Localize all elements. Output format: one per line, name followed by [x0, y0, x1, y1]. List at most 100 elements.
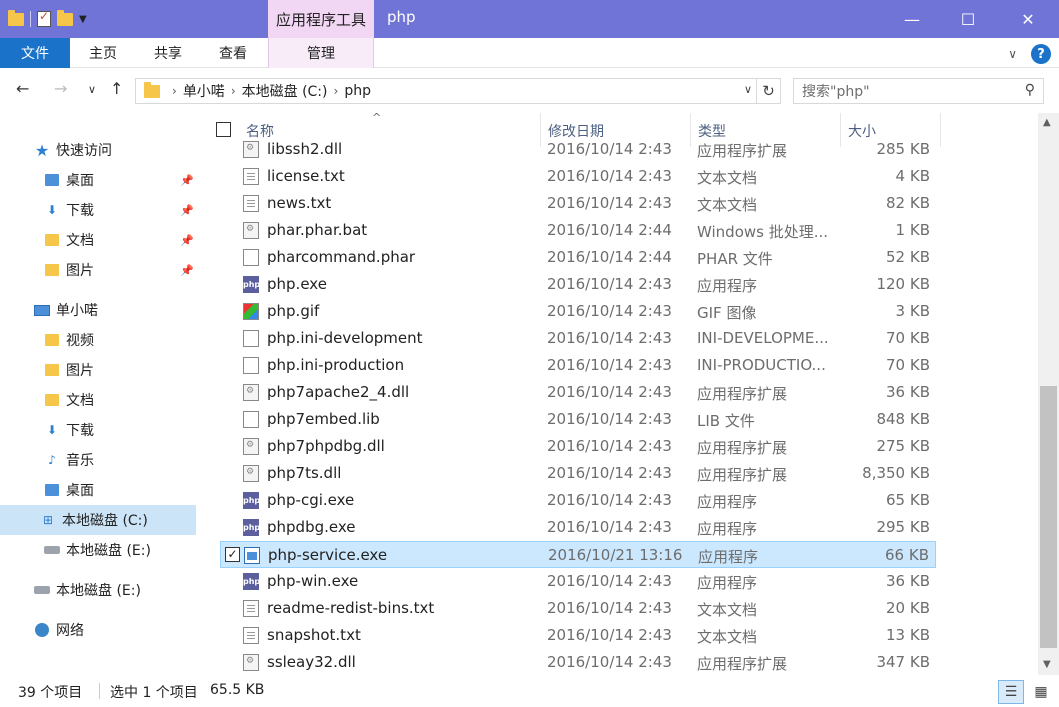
file-name[interactable]: php7embed.lib [267, 410, 380, 428]
file-row[interactable]: libssh2.dll 2016/10/14 2:43 应用程序扩展 285 KB [220, 136, 936, 163]
file-name[interactable]: libssh2.dll [267, 140, 342, 158]
tab-view[interactable]: 查看 [200, 38, 266, 68]
breadcrumb-drive-c[interactable]: 本地磁盘 (C:) [242, 81, 328, 101]
tab-home[interactable]: 主页 [70, 38, 136, 68]
large-icons-view-icon[interactable]: ▦ [1028, 680, 1054, 704]
minimize-button[interactable]: — [889, 0, 935, 38]
status-bar: 39 个项目 选中 1 个项目 65.5 KB ☰ ▦ [0, 677, 1059, 707]
file-name[interactable]: snapshot.txt [267, 626, 361, 644]
file-row[interactable]: php7phpdbg.dll 2016/10/14 2:43 应用程序扩展 275 K… [220, 433, 936, 460]
breadcrumb-chevron-icon[interactable]: › [231, 84, 236, 98]
column-divider[interactable] [940, 113, 941, 147]
file-name[interactable]: ssleay32.dll [267, 653, 356, 671]
file-row[interactable]: php7apache2_4.dll 2016/10/14 2:43 应用程序扩展 36… [220, 379, 936, 406]
breadcrumb-chevron-icon[interactable]: › [172, 84, 177, 98]
scrollbar-thumb[interactable] [1040, 386, 1057, 648]
breadcrumb-php[interactable]: php [344, 83, 371, 99]
row-checkbox[interactable]: ✓ [225, 547, 240, 562]
tab-manage[interactable]: 管理 [268, 38, 374, 68]
file-name[interactable]: php.gif [267, 302, 319, 320]
sidebar-item-pictures[interactable]: 图片 📌 [44, 255, 194, 285]
sidebar-item-music[interactable]: ♪ 音乐 [44, 445, 94, 475]
breadcrumb-chevron-icon[interactable]: › [334, 84, 339, 98]
pin-icon[interactable]: 📌 [180, 204, 194, 217]
select-all-checkbox[interactable] [216, 122, 231, 137]
file-row[interactable]: php7ts.dll 2016/10/14 2:43 应用程序扩展 8,350 KB [220, 460, 936, 487]
file-row[interactable]: php phpdbg.exe 2016/10/14 2:43 应用程序 295 KB [220, 514, 936, 541]
tab-file[interactable]: 文件 [0, 38, 70, 68]
pin-icon[interactable]: 📌 [180, 264, 194, 277]
file-row[interactable]: ✓ php-service.exe 2016/10/21 13:16 应用程序 66 K… [220, 541, 936, 568]
file-row[interactable]: php7embed.lib 2016/10/14 2:43 LIB 文件 848 KB [220, 406, 936, 433]
sidebar-item-videos[interactable]: 视频 [44, 325, 94, 355]
file-row[interactable]: php php-win.exe 2016/10/14 2:43 应用程序 36 KB [220, 568, 936, 595]
file-name[interactable]: php7phpdbg.dll [267, 437, 385, 455]
file-row[interactable]: pharcommand.phar 2016/10/14 2:44 PHAR 文件 52… [220, 244, 936, 271]
file-name[interactable]: pharcommand.phar [267, 248, 415, 266]
sidebar-item-quick-access[interactable]: ★ 快速访问 [34, 135, 112, 165]
sidebar-item-network[interactable]: 网络 [34, 615, 84, 645]
pin-icon[interactable]: 📌 [180, 234, 194, 247]
address-bar[interactable]: › 单小喏 › 本地磁盘 (C:) › php ∨ [135, 78, 757, 104]
file-name[interactable]: php.ini-production [267, 356, 404, 374]
tab-share[interactable]: 共享 [136, 38, 200, 68]
file-name[interactable]: phar.phar.bat [267, 221, 367, 239]
sidebar-item-drive-c[interactable]: ⊞ 本地磁盘 (C:) [0, 505, 196, 535]
search-icon[interactable]: ⚲ [1025, 82, 1035, 98]
sidebar-item-pictures[interactable]: 图片 [44, 355, 94, 385]
sidebar-item-downloads[interactable]: ⬇ 下载 📌 [44, 195, 194, 225]
sidebar-item-drive-e[interactable]: 本地磁盘 (E:) [44, 535, 151, 565]
file-row[interactable]: news.txt 2016/10/14 2:43 文本文档 82 KB [220, 190, 936, 217]
breadcrumb-pc[interactable]: 单小喏 [183, 81, 225, 101]
properties-icon[interactable] [37, 9, 51, 27]
file-name[interactable]: readme-redist-bins.txt [267, 599, 434, 617]
back-arrow-icon[interactable]: ← [16, 79, 29, 98]
file-row[interactable]: snapshot.txt 2016/10/14 2:43 文本文档 13 KB [220, 622, 936, 649]
maximize-button[interactable]: ☐ [945, 0, 991, 38]
file-name[interactable]: php-cgi.exe [267, 491, 354, 509]
file-row[interactable]: readme-redist-bins.txt 2016/10/14 2:43 文本文… [220, 595, 936, 622]
new-folder-icon[interactable] [57, 9, 73, 26]
sidebar-item-desktop[interactable]: 桌面 [44, 475, 94, 505]
sidebar-item-downloads[interactable]: ⬇ 下载 [44, 415, 94, 445]
file-name[interactable]: news.txt [267, 194, 331, 212]
scroll-down-arrow-icon[interactable]: ▼ [1043, 659, 1051, 670]
vertical-scrollbar[interactable]: ▲ ▼ [1038, 113, 1059, 675]
file-row[interactable]: php.gif 2016/10/14 2:43 GIF 图像 3 KB [220, 298, 936, 325]
sidebar-item-desktop[interactable]: 桌面 📌 [44, 165, 194, 195]
refresh-button[interactable]: ↻ [757, 78, 781, 104]
sidebar-item-documents[interactable]: 文档 [44, 385, 94, 415]
file-row[interactable]: php.ini-development 2016/10/14 2:43 INI-DE… [220, 325, 936, 352]
up-arrow-icon[interactable]: ↑ [110, 79, 123, 98]
file-date: 2016/10/14 2:43 [547, 329, 672, 347]
forward-arrow-icon[interactable]: → [54, 79, 67, 98]
recent-locations-chevron-icon[interactable]: ∨ [88, 83, 96, 96]
file-name[interactable]: php7apache2_4.dll [267, 383, 409, 401]
sidebar-item-drive-e-root[interactable]: 本地磁盘 (E:) [34, 575, 141, 605]
address-dropdown-icon[interactable]: ∨ [744, 83, 752, 96]
pin-icon[interactable]: 📌 [180, 174, 194, 187]
sidebar-item-this-pc[interactable]: 单小喏 [34, 295, 98, 325]
search-input[interactable]: 搜索"php" ⚲ [793, 78, 1044, 104]
file-name[interactable]: license.txt [267, 167, 345, 185]
file-row[interactable]: ssleay32.dll 2016/10/14 2:43 应用程序扩展 347 KB [220, 649, 936, 675]
details-view-icon[interactable]: ☰ [998, 680, 1024, 704]
scroll-up-arrow-icon[interactable]: ▲ [1043, 117, 1051, 128]
help-icon[interactable]: ? [1031, 44, 1051, 64]
file-name[interactable]: php7ts.dll [267, 464, 341, 482]
close-button[interactable]: ✕ [1005, 0, 1051, 38]
file-row[interactable]: php php-cgi.exe 2016/10/14 2:43 应用程序 65 KB [220, 487, 936, 514]
file-row[interactable]: php.ini-production 2016/10/14 2:43 INI-PRO… [220, 352, 936, 379]
sidebar-item-documents[interactable]: 文档 📌 [44, 225, 194, 255]
expand-ribbon-chevron-icon[interactable]: ∨ [1008, 47, 1017, 61]
file-row[interactable]: phar.phar.bat 2016/10/14 2:44 Windows 批处理.… [220, 217, 936, 244]
customize-toolbar-chevron-icon[interactable]: ▼ [79, 14, 87, 25]
file-type: LIB 文件 [697, 412, 755, 430]
file-row[interactable]: license.txt 2016/10/14 2:43 文本文档 4 KB [220, 163, 936, 190]
file-name[interactable]: phpdbg.exe [267, 518, 356, 536]
file-name[interactable]: php-win.exe [267, 572, 358, 590]
file-row[interactable]: php php.exe 2016/10/14 2:43 应用程序 120 KB [220, 271, 936, 298]
file-name[interactable]: php.ini-development [267, 329, 423, 347]
file-name[interactable]: php-service.exe [268, 546, 387, 564]
file-name[interactable]: php.exe [267, 275, 327, 293]
